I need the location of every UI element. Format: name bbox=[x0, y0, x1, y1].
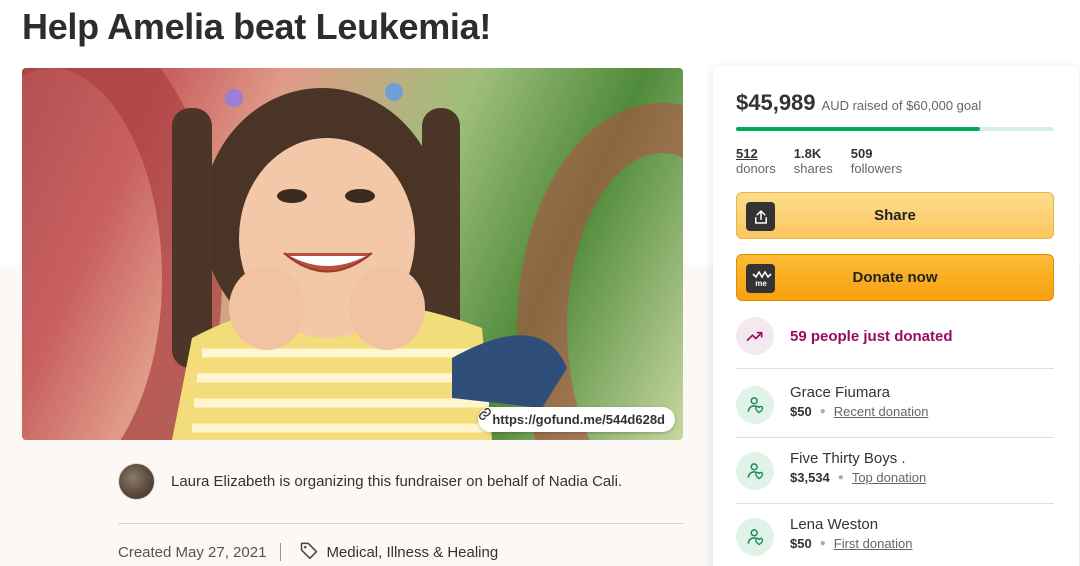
stat-number: 512 bbox=[736, 146, 758, 161]
stats-row: 512 donors 1.8K shares 509 followers bbox=[736, 146, 902, 176]
donor-heart-icon bbox=[736, 452, 774, 490]
donor-name: Five Thirty Boys . bbox=[790, 450, 906, 467]
meta-separator bbox=[280, 543, 282, 561]
donation-panel: $45,989 AUD raised of $60,000 goal 512 d… bbox=[713, 66, 1079, 566]
trend-text: 59 people just donated bbox=[790, 327, 953, 345]
donor-item: Grace Fiumara $50 ● Recent donation bbox=[736, 384, 928, 424]
bullet: ● bbox=[819, 538, 826, 549]
short-link-pill[interactable]: https://gofund.me/544d628d bbox=[478, 407, 675, 432]
donor-heart-icon bbox=[736, 518, 774, 556]
gofundme-logo-icon: me bbox=[746, 264, 775, 293]
stat-number: 509 bbox=[850, 146, 873, 161]
donor-heart-icon bbox=[736, 386, 774, 424]
stat-label: followers bbox=[850, 161, 903, 176]
progress-bar bbox=[736, 127, 1054, 131]
donate-now-button[interactable]: me Donate now bbox=[736, 254, 1054, 301]
organizer-row: Laura Elizabeth is organizing this fundr… bbox=[118, 463, 622, 500]
stat-label: donors bbox=[736, 161, 776, 176]
divider bbox=[118, 523, 683, 524]
divider bbox=[736, 503, 1054, 504]
short-link-text: https://gofund.me/544d628d bbox=[492, 412, 665, 427]
bullet: ● bbox=[837, 472, 844, 483]
recent-activity: 59 people just donated bbox=[736, 317, 953, 355]
created-date: Created May 27, 2021 bbox=[118, 543, 267, 561]
stat-followers: 509 followers bbox=[851, 146, 902, 176]
donor-amount: $50 bbox=[790, 536, 812, 551]
category-text: Medical, Illness & Healing bbox=[326, 543, 499, 561]
divider bbox=[736, 437, 1054, 438]
stat-shares: 1.8K shares bbox=[794, 146, 833, 176]
divider bbox=[736, 368, 1054, 369]
raised-summary: $45,989 AUD raised of $60,000 goal bbox=[736, 90, 981, 116]
donation-type-link[interactable]: First donation bbox=[834, 536, 913, 551]
bullet: ● bbox=[819, 406, 826, 417]
organizer-avatar[interactable] bbox=[118, 463, 155, 500]
donate-label: Donate now bbox=[852, 269, 938, 286]
share-button[interactable]: Share bbox=[736, 192, 1054, 239]
hero-illustration bbox=[22, 68, 683, 440]
meta-row: Created May 27, 2021 Medical, Illness & … bbox=[118, 540, 498, 564]
svg-text:me: me bbox=[755, 279, 767, 288]
stat-label: shares bbox=[793, 161, 833, 176]
donor-item: Five Thirty Boys . $3,534 ● Top donation bbox=[736, 450, 926, 490]
organizer-text: Laura Elizabeth is organizing this fundr… bbox=[171, 473, 623, 490]
page-title: Help Amelia beat Leukemia! bbox=[22, 6, 492, 47]
raised-goal-text: AUD raised of $60,000 goal bbox=[821, 98, 982, 113]
category-link[interactable]: Medical, Illness & Healing bbox=[299, 540, 498, 564]
donor-name: Grace Fiumara bbox=[790, 384, 891, 401]
donor-amount: $3,534 bbox=[790, 470, 830, 485]
share-label: Share bbox=[874, 207, 916, 224]
donation-type-link[interactable]: Top donation bbox=[852, 470, 926, 485]
donor-item: Lena Weston $50 ● First donation bbox=[736, 516, 913, 556]
tag-icon bbox=[299, 540, 319, 564]
hero-image: https://gofund.me/544d628d bbox=[22, 68, 683, 440]
stat-number: 1.8K bbox=[793, 146, 822, 161]
raised-amount: $45,989 bbox=[736, 90, 816, 115]
share-upload-icon bbox=[746, 202, 775, 231]
progress-fill bbox=[736, 127, 980, 131]
trending-icon bbox=[736, 317, 774, 355]
donor-name: Lena Weston bbox=[790, 516, 879, 533]
donation-type-link[interactable]: Recent donation bbox=[834, 404, 929, 419]
donor-amount: $50 bbox=[790, 404, 812, 419]
stat-donors[interactable]: 512 donors bbox=[736, 146, 776, 176]
